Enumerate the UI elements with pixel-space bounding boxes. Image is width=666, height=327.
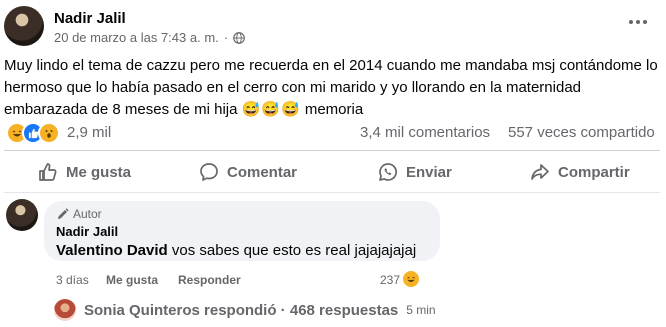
post-meta: 20 de marzo a las 7:43 a. m. ·: [54, 30, 245, 45]
reaction-icons[interactable]: [6, 122, 60, 144]
comment-reaction-icons[interactable]: [401, 269, 421, 289]
tagged-user[interactable]: Valentino David: [56, 242, 168, 259]
whatsapp-icon: [379, 163, 397, 181]
replies-time: 5 min: [406, 303, 436, 317]
share-icon: [531, 164, 549, 180]
meta-separator: ·: [223, 30, 229, 45]
replier-avatar: [54, 299, 76, 321]
author-name[interactable]: Nadir Jalil: [54, 10, 126, 27]
comment-count[interactable]: 3,4 mil comentarios: [360, 124, 490, 141]
post-timestamp[interactable]: 20 de marzo a las 7:43 a. m.: [54, 30, 219, 45]
comment-icon: [200, 163, 218, 181]
comment-reaction-count[interactable]: 237: [380, 273, 400, 287]
author-badge: Autor: [57, 207, 102, 221]
author-badge-label: Autor: [73, 207, 102, 221]
pencil-icon: [58, 208, 69, 219]
more-icon: [629, 20, 647, 24]
send-label: Enviar: [406, 163, 452, 181]
post-text: Muy lindo el tema de cazzu pero me recue…: [4, 55, 664, 121]
share-count[interactable]: 557 veces compartido: [508, 124, 655, 141]
like-button[interactable]: Me gusta: [38, 155, 131, 189]
comment-author[interactable]: Nadir Jalil: [56, 224, 118, 239]
comment-time[interactable]: 3 días: [56, 273, 89, 287]
comment-reply-button[interactable]: Responder: [178, 273, 241, 287]
globe-icon: [233, 31, 245, 44]
more-options-button[interactable]: [626, 12, 650, 32]
reaction-count[interactable]: 2,9 mil: [67, 124, 111, 141]
divider: [4, 192, 660, 193]
thumb-up-icon: [39, 163, 57, 181]
wow-reaction-icon: [38, 122, 60, 144]
comment-body: Valentino David vos sabes que esto es re…: [56, 242, 416, 259]
replies-text: Sonia Quinteros respondió · 468 respuest…: [84, 301, 399, 319]
comment-like-button[interactable]: Me gusta: [106, 273, 158, 287]
comment-button[interactable]: Comentar: [199, 155, 297, 189]
author-avatar[interactable]: [4, 6, 44, 46]
divider: [4, 150, 660, 151]
post-text-end: memoria: [304, 101, 364, 118]
send-button[interactable]: Enviar: [378, 155, 452, 189]
view-replies-link[interactable]: Sonia Quinteros respondió · 468 respuest…: [54, 299, 436, 321]
comment-text: vos sabes que esto es real jajajajajaj: [171, 242, 417, 259]
comment-label: Comentar: [227, 163, 298, 181]
like-label: Me gusta: [66, 163, 132, 181]
share-label: Compartir: [558, 163, 630, 181]
share-button[interactable]: Compartir: [530, 155, 630, 189]
commenter-avatar[interactable]: [6, 199, 38, 231]
post-text-emojis: 😅😅😅: [241, 101, 301, 118]
haha-reaction-icon: [401, 269, 421, 289]
